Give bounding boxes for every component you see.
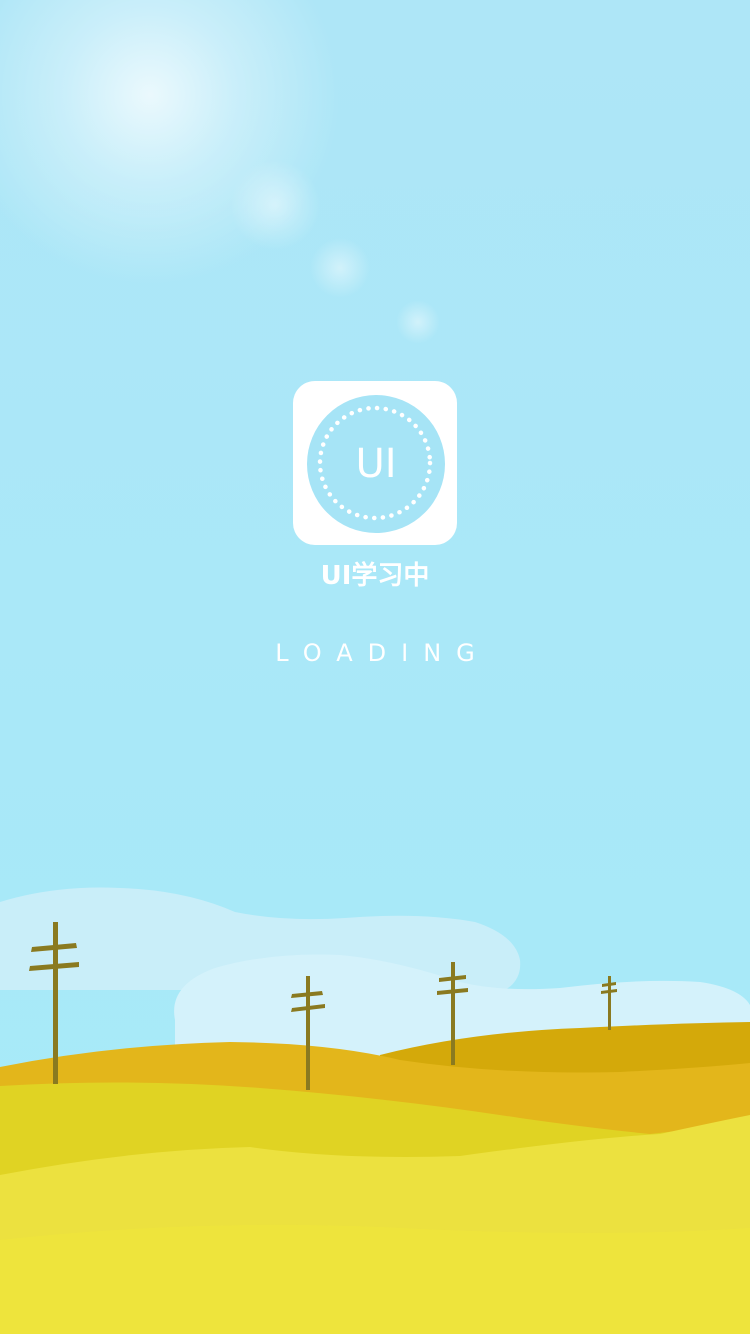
field-foreground — [0, 1224, 750, 1334]
app-icon: UI — [293, 381, 457, 545]
splash-screen: UI UI学习中 LOADING — [0, 0, 750, 1334]
loading-label: LOADING — [275, 639, 490, 667]
app-name: UI学习中 — [320, 561, 430, 591]
app-icon-monogram: UI — [355, 441, 397, 487]
landscape-illustration — [0, 887, 750, 1334]
